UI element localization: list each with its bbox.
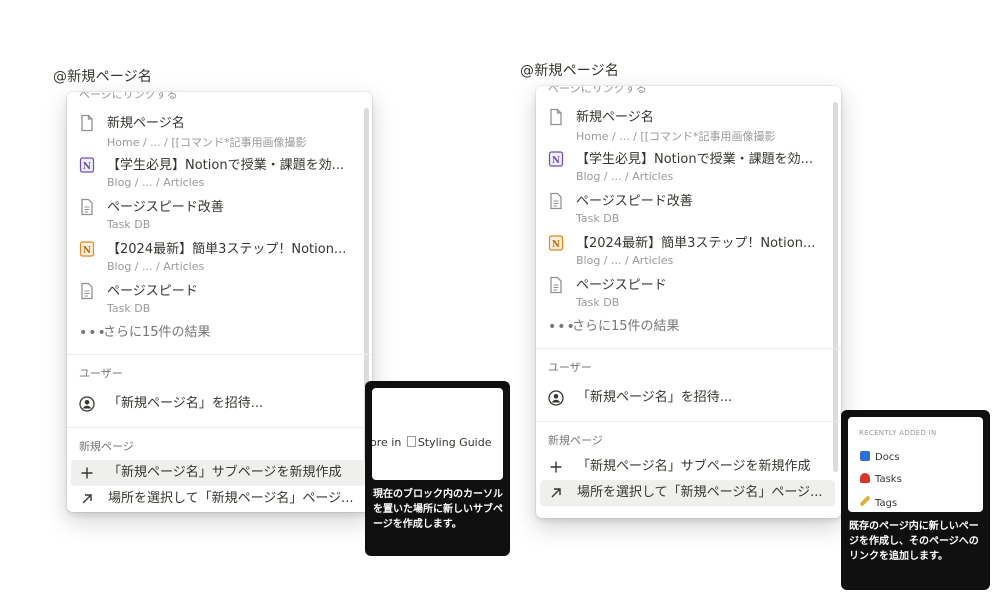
bell-icon: [860, 473, 870, 483]
section-users: ユーザー: [79, 367, 123, 380]
section-link-to-page: ページにリンクする: [79, 92, 178, 101]
section-link-to-page: ページにリンクする: [548, 86, 647, 95]
svg-text:N: N: [552, 156, 560, 166]
page-result-item[interactable]: 新規ページ名 Home / ... / [[コマンド*記事用画像撮影: [67, 108, 372, 150]
book-icon: [860, 451, 870, 461]
notion-orange-icon: N: [79, 241, 95, 257]
tooltip-choose-location: RECENTLY ADDED IN Docs Tasks Tags 既存のページ…: [841, 410, 990, 590]
choose-location-button[interactable]: 場所を選択して「新規ページ名」ページ...: [71, 486, 366, 512]
section-new-page: 新規ページ: [548, 434, 603, 447]
invite-user-button[interactable]: 「新規ページ名」を招待...: [540, 381, 835, 415]
invite-user-icon: [79, 396, 95, 412]
svg-text:N: N: [552, 240, 560, 250]
tooltip-description: 現在のブロック内のカーソルを置いた場所に新しいサブページを作成します。: [373, 489, 503, 530]
more-results-button[interactable]: ••• さらに15件の結果: [67, 318, 372, 348]
page-result-item[interactable]: N 【2024最新】簡単3ステップ！Notion... Blog / ... /…: [67, 234, 372, 276]
notion-orange-icon: N: [548, 235, 564, 251]
more-dots-icon: •••: [548, 319, 576, 335]
invite-user-button[interactable]: 「新規ページ名」を招待...: [71, 387, 366, 421]
recent-item-docs: Docs: [860, 451, 900, 463]
recent-item-tasks: Tasks: [860, 473, 902, 485]
divider: [67, 354, 372, 355]
page-result-item[interactable]: N 【学生必見】Notionで授業・課題を効... Blog / ... / A…: [536, 144, 841, 186]
choose-location-button[interactable]: 場所を選択して「新規ページ名」ページ...: [540, 480, 835, 506]
page-result-item[interactable]: ページスピード Task DB: [536, 270, 841, 312]
arrow-up-right-icon: [551, 488, 561, 498]
plus-icon: [81, 467, 93, 479]
page-result-item[interactable]: ページスピード改善 Task DB: [536, 186, 841, 228]
mention-query-left: @新規ページ名: [53, 69, 153, 85]
tooltip-description: 既存のページ内に新しいページを作成し、そのページへのリンクを追加します。: [849, 521, 979, 562]
notion-purple-icon: N: [79, 157, 95, 173]
mention-menu-left: ページにリンクする 新規ページ名 Home / ... / [[コマンド*記事用…: [67, 92, 372, 512]
divider: [67, 427, 372, 428]
page-text-icon: [81, 282, 93, 300]
tooltip-create-subpage: ore in Styling Guide 現在のブロック内のカーソルを置いた場所…: [365, 381, 510, 556]
svg-text:N: N: [83, 246, 91, 256]
page-result-item[interactable]: ページスピード改善 Task DB: [67, 192, 372, 234]
mention-query-right: @新規ページ名: [520, 63, 620, 79]
page-icon: [550, 108, 562, 126]
tooltip-preview: ore in Styling Guide: [372, 388, 503, 480]
arrow-up-right-icon: [82, 494, 92, 504]
page-result-item[interactable]: ページスピード Task DB: [67, 276, 372, 318]
mention-menu-right: ページにリンクする 新規ページ名 Home / ... / [[コマンド*記事用…: [536, 86, 841, 518]
svg-text:N: N: [83, 162, 91, 172]
tooltip-preview: RECENTLY ADDED IN Docs Tasks Tags: [848, 417, 983, 512]
recently-added-label: RECENTLY ADDED IN: [859, 429, 937, 437]
notion-purple-icon: N: [548, 151, 564, 167]
more-results-button[interactable]: ••• さらに15件の結果: [536, 312, 841, 342]
document-icon: [406, 436, 416, 447]
page-icon: [81, 114, 93, 132]
divider: [536, 348, 841, 349]
recent-item-tags: Tags: [859, 495, 897, 509]
page-text-icon: [81, 198, 93, 216]
create-subpage-button[interactable]: 「新規ページ名」サブページを新規作成: [71, 460, 366, 486]
plus-icon: [550, 461, 562, 473]
create-subpage-button[interactable]: 「新規ページ名」サブページを新規作成: [540, 454, 835, 480]
pencil-icon: [859, 495, 871, 507]
page-text-icon: [550, 276, 562, 294]
page-text-icon: [550, 192, 562, 210]
divider: [536, 421, 841, 422]
more-dots-icon: •••: [79, 325, 107, 341]
page-result-item[interactable]: 新規ページ名 Home / ... / [[コマンド*記事用画像撮影: [536, 102, 841, 144]
invite-user-icon: [548, 390, 564, 406]
page-result-item[interactable]: N 【学生必見】Notionで授業・課題を効... Blog / ... / A…: [67, 150, 372, 192]
page-result-item[interactable]: N 【2024最新】簡単3ステップ！Notion... Blog / ... /…: [536, 228, 841, 270]
section-new-page: 新規ページ: [79, 440, 134, 453]
section-users: ユーザー: [548, 361, 592, 374]
